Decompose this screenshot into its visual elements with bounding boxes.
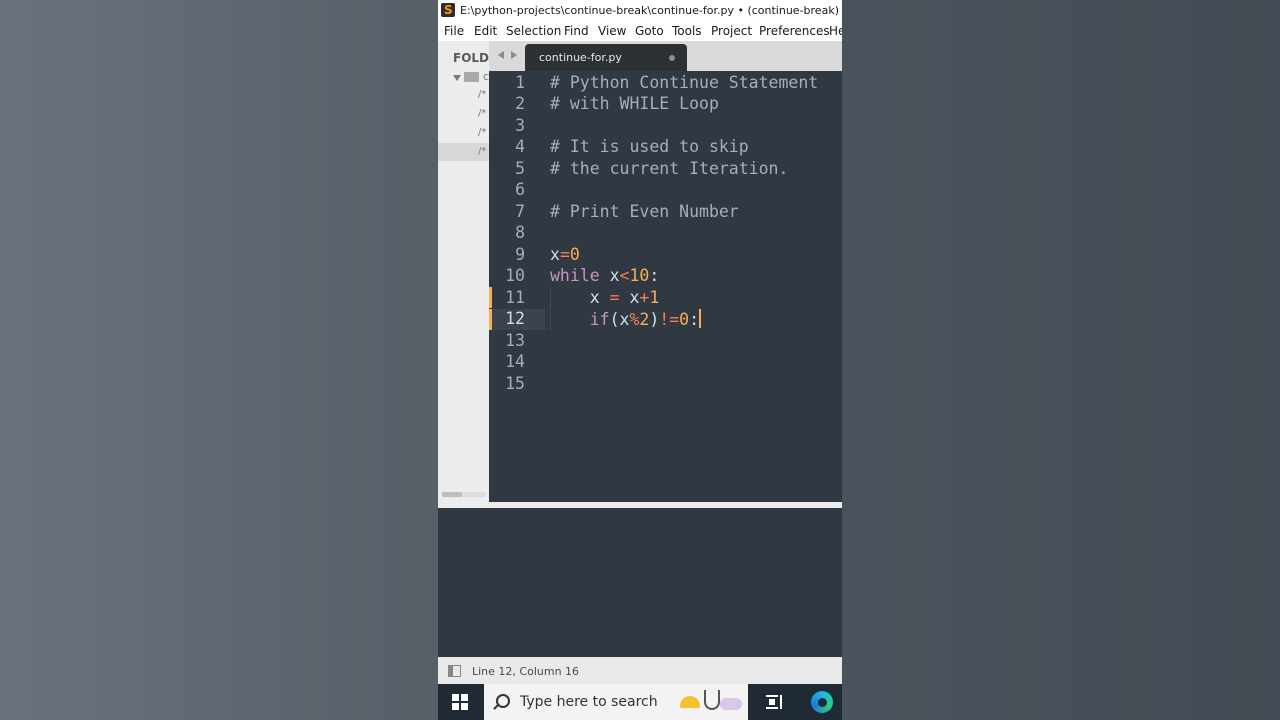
folder-icon	[464, 72, 479, 82]
code-editor[interactable]: 1 2 3 4 5 6 7 8 9 10 11 12 13 14 15 # Py…	[489, 71, 842, 502]
code-token: 2	[639, 310, 650, 329]
code-token: +	[639, 288, 650, 307]
code-line: # the current Iteration.	[550, 159, 789, 178]
code-line: # Print Even Number	[550, 202, 739, 221]
code-token: x	[599, 266, 620, 285]
sidebar-file[interactable]: /*	[478, 127, 486, 138]
code-token: 1	[649, 288, 660, 307]
expand-arrow-icon[interactable]	[453, 75, 461, 81]
menu-view[interactable]: View	[598, 21, 626, 41]
line-number: 11	[505, 288, 525, 307]
menu-selection[interactable]: Selection	[506, 21, 561, 41]
code-token: 0	[679, 310, 690, 329]
tab-prev-icon[interactable]	[498, 51, 504, 59]
edge-browser-icon[interactable]	[811, 691, 833, 713]
code-line: while x<10:	[550, 266, 659, 285]
search-icon	[496, 694, 510, 708]
text-cursor	[699, 309, 702, 328]
sidebar-scrollbar[interactable]	[442, 492, 462, 497]
code-line: # with WHILE Loop	[550, 94, 719, 113]
code-token: (x	[609, 310, 630, 329]
line-number: 5	[515, 159, 525, 178]
code-token: 10	[629, 266, 650, 285]
task-view-icon[interactable]	[766, 695, 782, 709]
output-panel[interactable]	[438, 508, 842, 657]
code-token: <	[619, 266, 630, 285]
stethoscope-icon	[704, 690, 720, 710]
search-placeholder: Type here to search	[520, 694, 658, 710]
code-token: =	[609, 288, 620, 307]
line-number: 13	[505, 331, 525, 350]
taskbar-search-box[interactable]: Type here to search	[484, 684, 748, 720]
sidebar-file[interactable]: /*	[478, 89, 486, 100]
code-token: =	[559, 245, 570, 264]
sidebar-header: FOLDE	[453, 51, 489, 65]
menu-help[interactable]: He	[829, 21, 842, 41]
code-line-current: if(x%2)!=0:	[550, 309, 702, 329]
code-token: x	[550, 288, 610, 307]
line-number: 3	[515, 116, 525, 135]
code-token: if	[550, 310, 610, 329]
sidebar-toggle-icon[interactable]	[448, 665, 461, 677]
code-token: %	[629, 310, 640, 329]
code-token: 0	[569, 245, 580, 264]
sidebar-file[interactable]: /*	[478, 146, 486, 157]
tab-label: continue-for.py	[539, 51, 622, 64]
title-bar: E:\python-projects\continue-break\contin…	[438, 0, 842, 21]
code-line: # It is used to skip	[550, 137, 749, 156]
code-token: :	[689, 310, 700, 329]
menu-file[interactable]: File	[444, 21, 464, 41]
tab-bar: continue-for.py	[489, 41, 842, 71]
code-token: :	[649, 266, 660, 285]
menu-edit[interactable]: Edit	[474, 21, 497, 41]
unsaved-dot-icon[interactable]	[669, 55, 675, 61]
code-token: x	[550, 245, 560, 264]
status-bar: Line 12, Column 16	[438, 657, 842, 684]
line-number: 15	[505, 374, 525, 393]
windows-taskbar: Type here to search	[438, 684, 842, 720]
menu-tools[interactable]: Tools	[672, 21, 702, 41]
windows-start-icon[interactable]	[452, 694, 468, 710]
window-title: E:\python-projects\continue-break\contin…	[460, 4, 842, 17]
menu-bar: File Edit Selection Find View Goto Tools…	[438, 21, 842, 41]
cursor-position: Line 12, Column 16	[472, 665, 580, 678]
code-line: # Python Continue Statement	[550, 73, 819, 92]
line-number: 4	[515, 137, 525, 156]
sublime-app-icon	[441, 0, 455, 21]
code-token: )	[649, 310, 660, 329]
line-number: 6	[515, 180, 525, 199]
line-number: 10	[505, 266, 525, 285]
sublime-window: E:\python-projects\continue-break\contin…	[438, 0, 842, 720]
hard-hat-icon	[680, 696, 700, 708]
menu-find[interactable]: Find	[564, 21, 589, 41]
sidebar-file[interactable]: /*	[478, 108, 486, 119]
line-number-gutter: 1 2 3 4 5 6 7 8 9 10 11 12 13 14 15	[489, 71, 545, 502]
code-token: !=	[659, 310, 680, 329]
code-line: x=0	[550, 245, 580, 264]
code-token: x	[619, 288, 640, 307]
code-line: x = x+1	[550, 288, 660, 307]
tab-next-icon[interactable]	[511, 51, 517, 59]
menu-project[interactable]: Project	[711, 21, 752, 41]
code-token: while	[550, 266, 600, 285]
sidebar: FOLDE c /* /* /* /*	[438, 41, 489, 502]
line-number: 1	[515, 73, 525, 92]
line-number: 7	[515, 202, 525, 221]
line-number: 8	[515, 223, 525, 242]
menu-goto[interactable]: Goto	[635, 21, 664, 41]
current-line-number: 12	[505, 309, 525, 328]
line-number: 9	[515, 245, 525, 264]
chef-hat-icon	[720, 698, 742, 710]
line-number: 2	[515, 94, 525, 113]
line-number: 14	[505, 352, 525, 371]
menu-preferences[interactable]: Preferences	[759, 21, 830, 41]
tab-continue-for[interactable]: continue-for.py	[525, 44, 687, 71]
